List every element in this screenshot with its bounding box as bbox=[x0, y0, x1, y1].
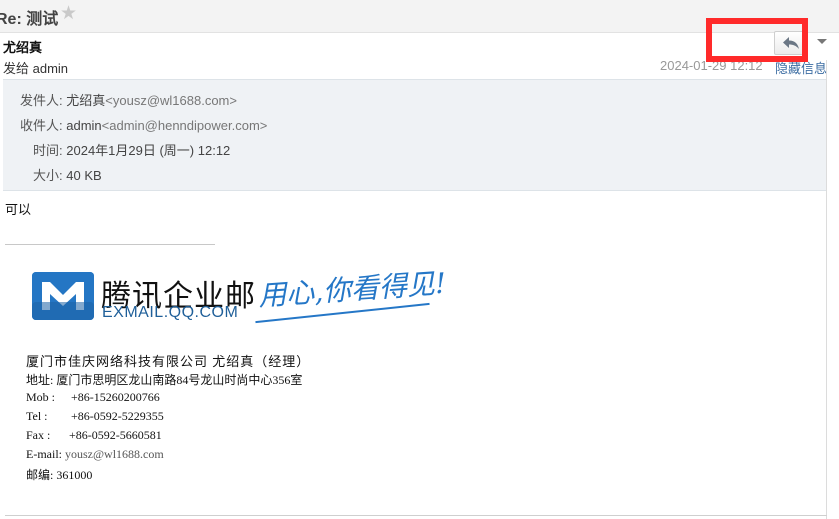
size-label: 大小: bbox=[33, 168, 63, 183]
signature-separator bbox=[5, 244, 215, 245]
time-value: 2024年1月29日 (周一) 12:12 bbox=[66, 143, 231, 158]
signature-fax: Fax : +86-0592-5660581 bbox=[26, 428, 162, 443]
time-label: 时间: bbox=[33, 143, 63, 158]
fax-label: Fax : bbox=[26, 428, 51, 442]
size-value: 40 KB bbox=[66, 168, 102, 183]
signature-email: E-mail: yousz@wl1688.com bbox=[26, 447, 164, 462]
logo-slogan: 用心,你看得见! bbox=[257, 266, 448, 313]
from-name[interactable]: 尤绍真 bbox=[66, 93, 105, 108]
sent-to-text: 发给 admin bbox=[3, 61, 69, 76]
email-body-text: 可以 bbox=[5, 202, 32, 217]
email-value[interactable]: yousz@wl1688.com bbox=[65, 447, 164, 461]
tel-label: Tel : bbox=[26, 409, 48, 423]
logo-en-text: EXMAIL.QQ.COM bbox=[102, 304, 239, 321]
from-label: 发件人: bbox=[20, 93, 63, 108]
tel-value: +86-0592-5229355 bbox=[71, 409, 164, 423]
mob-label: Mob : bbox=[26, 390, 56, 404]
to-label: 收件人: bbox=[20, 118, 63, 133]
time-row: 时间: 2024年1月29日 (周一) 12:12 bbox=[33, 140, 230, 159]
signature-tel: Tel : +86-0592-5229355 bbox=[26, 409, 164, 424]
sender-name[interactable]: 尤绍真 bbox=[3, 37, 42, 56]
fax-value: +86-0592-5660581 bbox=[69, 428, 162, 442]
size-row: 大小: 40 KB bbox=[33, 165, 102, 184]
signature-address: 地址: 厦门市思明区龙山南路84号龙山时尚中心356室 bbox=[26, 373, 303, 387]
email-label: E-mail: bbox=[26, 447, 62, 461]
chevron-down-icon bbox=[817, 39, 827, 44]
right-border bbox=[826, 60, 827, 519]
bottom-divider bbox=[5, 515, 827, 516]
to-name[interactable]: admin bbox=[66, 118, 101, 133]
signature-company: 厦门市佳庆网络科技有限公司 尤绍真（经理） bbox=[26, 354, 311, 369]
exmail-logo-icon bbox=[32, 272, 94, 320]
mob-value: +86-15260200766 bbox=[71, 390, 160, 404]
star-icon[interactable]: ★ bbox=[60, 2, 77, 25]
highlight-box bbox=[706, 18, 808, 62]
from-row: 发件人: 尤绍真<yousz@wl1688.com> bbox=[20, 90, 237, 109]
from-email[interactable]: <yousz@wl1688.com> bbox=[105, 93, 237, 108]
more-actions-button[interactable] bbox=[808, 31, 836, 53]
to-email[interactable]: <admin@henndipower.com> bbox=[102, 118, 268, 133]
signature-postcode: 邮编: 361000 bbox=[26, 468, 93, 482]
signature-mobile: Mob : +86-15260200766 bbox=[26, 390, 160, 405]
email-subject: Re: 测试 bbox=[0, 11, 59, 28]
envelope-icon bbox=[32, 272, 94, 320]
to-row: 收件人: admin<admin@henndipower.com> bbox=[20, 115, 267, 134]
